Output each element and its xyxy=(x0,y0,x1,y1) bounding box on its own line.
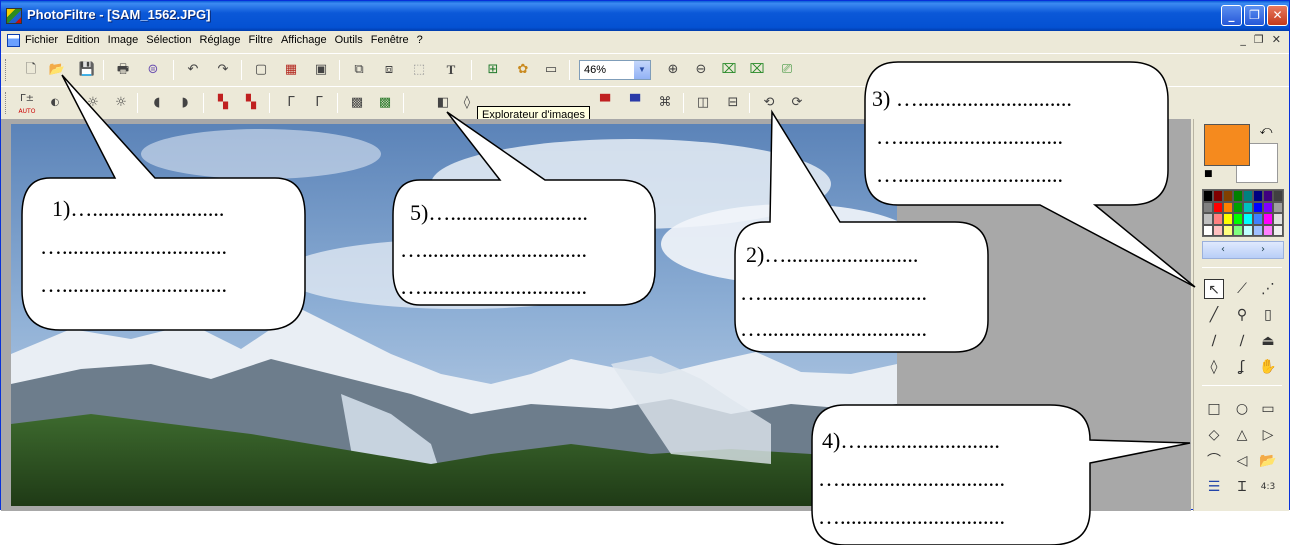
callout-3-line-3: ….............................. xyxy=(876,162,1063,187)
callout-5-line-1: 5)…......................... xyxy=(410,200,588,225)
callout-2-line-3: ….............................. xyxy=(740,316,927,341)
callout-3-line-1: 3) …............................ xyxy=(872,86,1072,111)
callout-4-line-2: ….............................. xyxy=(818,466,1005,491)
callout-1-line-2: ….............................. xyxy=(40,234,227,259)
callout-1-line-3: ….............................. xyxy=(40,272,227,297)
callout-5-line-3: ….............................. xyxy=(400,274,587,299)
callout-5-line-2: ….............................. xyxy=(400,237,587,262)
callout-4-line-3: ….............................. xyxy=(818,504,1005,529)
callout-1-line-1: 1)…........................ xyxy=(52,196,225,221)
screenshot-root: PhotoFiltre - [SAM_1562.JPG] _ ❐ ✕ Fichi… xyxy=(0,0,1290,545)
callout-3-line-2: ….............................. xyxy=(876,124,1063,149)
callout-4-line-1: 4)…......................... xyxy=(822,428,1000,453)
callout-2-line-1: 2)…........................ xyxy=(746,242,919,267)
callout-2-line-2: ….............................. xyxy=(740,280,927,305)
